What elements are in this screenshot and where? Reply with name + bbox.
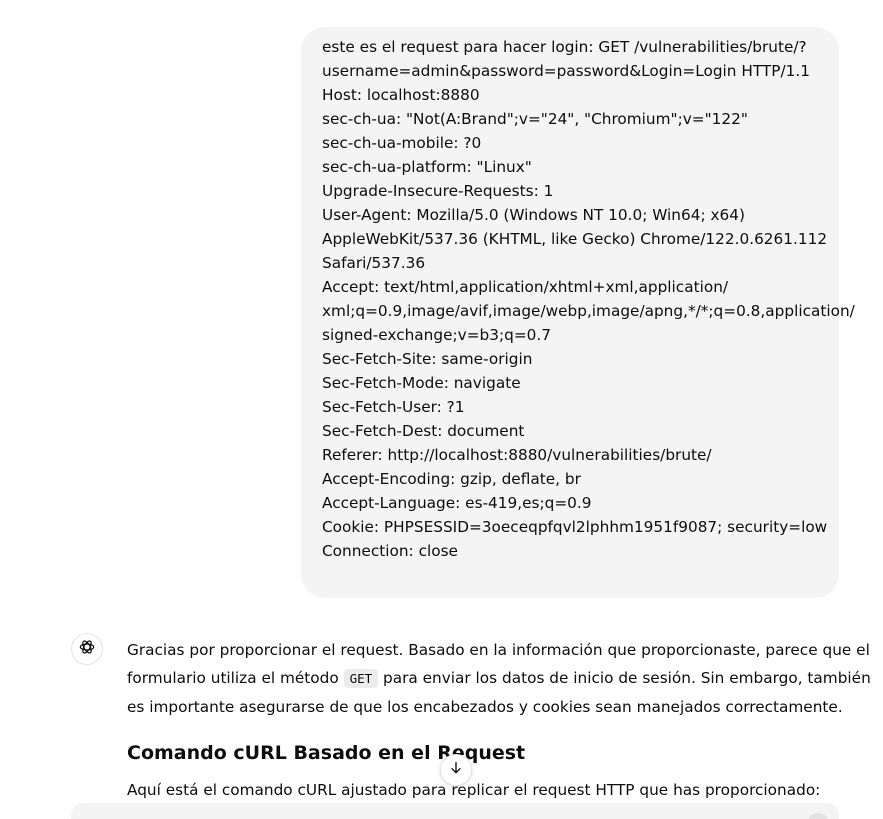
user-message-line: sec-ch-ua-platform: "Linux"	[322, 158, 532, 176]
user-message-line: Host: localhost:8880	[322, 86, 480, 104]
assistant-text-segment: para enviar los datos de inicio de sesió…	[378, 669, 871, 687]
user-message-line: Sec-Fetch-Site: same-origin	[322, 350, 533, 368]
user-message-line: username=admin&password=password&Login=L…	[322, 62, 810, 80]
assistant-paragraph: Gracias por proporcionar el request. Bas…	[127, 636, 871, 721]
assistant-text-line: Gracias por proporcionar el request. Bas…	[127, 641, 870, 659]
assistant-text-line: formulario utiliza el método GET para en…	[127, 664, 871, 693]
user-message-line: AppleWebKit/537.36 (KHTML, like Gecko) C…	[322, 230, 828, 248]
chat-page: este es el request para hacer login: GET…	[0, 0, 883, 819]
scroll-to-bottom-button[interactable]	[440, 754, 472, 786]
user-message-bubble: este es el request para hacer login: GET…	[301, 27, 855, 598]
user-message-line: Upgrade-Insecure-Requests: 1	[322, 182, 554, 200]
user-message-line: Sec-Fetch-User: ?1	[322, 398, 465, 416]
user-message-line: signed-exchange;v=b3;q=0.7	[322, 326, 551, 344]
user-message-line: Cookie: PHPSESSID=3oeceqpfqvl2lphhm1951f…	[322, 518, 828, 536]
inline-code: GET	[343, 669, 379, 688]
user-message-line: Referer: http://localhost:8880/vulnerabi…	[322, 446, 712, 464]
assistant-text-line: Aquí está el comando cURL ajustado para …	[127, 781, 821, 799]
code-block	[71, 803, 839, 819]
user-message-line: sec-ch-ua-mobile: ?0	[322, 134, 482, 152]
user-message-line: User-Agent: Mozilla/5.0 (Windows NT 10.0…	[322, 206, 745, 224]
arrow-down-icon	[448, 760, 464, 780]
user-message-line: este es el request para hacer login: GET…	[322, 38, 807, 56]
assistant-text-line: es importante asegurarse de que los enca…	[127, 698, 843, 716]
user-message-line: Safari/537.36	[322, 254, 426, 272]
user-message-line: Accept-Encoding: gzip, deflate, br	[322, 470, 581, 488]
user-message-line: Sec-Fetch-Dest: document	[322, 422, 525, 440]
openai-logo-icon	[77, 637, 97, 661]
assistant-avatar	[71, 633, 103, 665]
user-message-line: Accept-Language: es-419,es;q=0.9	[322, 494, 592, 512]
user-message-line: sec-ch-ua: "Not(A:Brand";v="24", "Chromi…	[322, 110, 748, 128]
user-message-line: Sec-Fetch-Mode: navigate	[322, 374, 521, 392]
code-block-icon	[807, 813, 829, 819]
assistant-text-segment: formulario utiliza el método	[127, 669, 344, 687]
user-message-line: xml;q=0.9,image/avif,image/webp,image/ap…	[322, 302, 855, 320]
user-message-line: Accept: text/html,application/xhtml+xml,…	[322, 278, 729, 296]
user-message-line: Connection: close	[322, 542, 458, 560]
